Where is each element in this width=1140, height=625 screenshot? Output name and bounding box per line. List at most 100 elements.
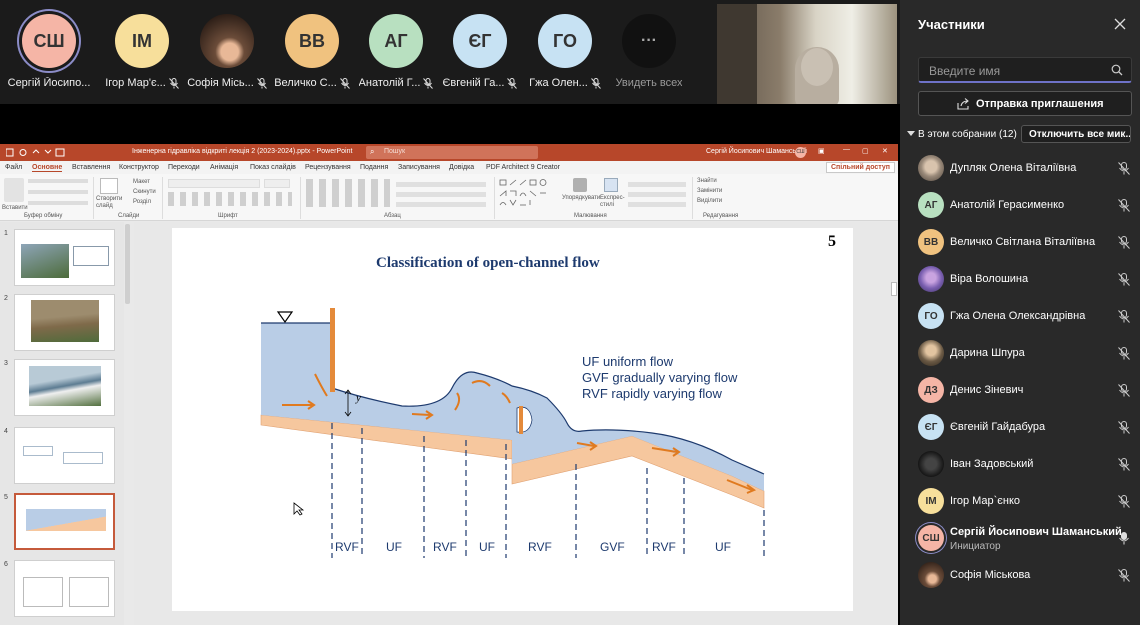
tab-file[interactable]: Файл bbox=[5, 164, 22, 171]
tab-view[interactable]: Подання bbox=[360, 164, 388, 171]
mic-off-icon[interactable] bbox=[1118, 347, 1130, 360]
ribbon-display-icon[interactable]: ▣ bbox=[818, 147, 825, 155]
tab-record[interactable]: Записування bbox=[398, 164, 440, 171]
mute-all-button[interactable]: Отключить все мик... bbox=[1021, 125, 1131, 143]
tile-participant[interactable]: АГ Анатолій Г... bbox=[354, 14, 438, 94]
tab-home[interactable]: Основне bbox=[32, 164, 63, 172]
tab-transitions[interactable]: Переходи bbox=[168, 164, 200, 171]
tab-insert[interactable]: Вставлення bbox=[72, 164, 110, 171]
speaker-video[interactable] bbox=[717, 4, 897, 104]
mic-off-icon[interactable] bbox=[1118, 421, 1130, 434]
ppt-user-avatar[interactable]: СШ bbox=[795, 147, 806, 158]
mic-off-icon[interactable] bbox=[1118, 273, 1130, 286]
shape-format-buttons[interactable] bbox=[628, 179, 686, 207]
font-size-select[interactable] bbox=[264, 179, 290, 188]
tile-participant[interactable]: ЄГ Євгеній Га... bbox=[438, 14, 522, 94]
ppt-search-placeholder: Пошук bbox=[384, 148, 406, 155]
participant-row[interactable]: Дарина Шпура bbox=[900, 336, 1140, 373]
send-invite-button[interactable]: Отправка приглашения bbox=[918, 91, 1132, 116]
participant-row[interactable]: АГ Анатолій Герасименко bbox=[900, 188, 1140, 225]
copy-button[interactable] bbox=[28, 190, 88, 194]
mic-off-icon[interactable] bbox=[1118, 236, 1130, 249]
slide-thumbnail-2[interactable] bbox=[14, 294, 115, 351]
tab-review[interactable]: Рецензування bbox=[305, 164, 351, 171]
avatar: СШ bbox=[918, 525, 944, 551]
participant-row[interactable]: ГО Гжа Олена Олександрівна bbox=[900, 299, 1140, 336]
paste-label: Вставити bbox=[2, 205, 28, 211]
format-painter-button[interactable] bbox=[28, 201, 88, 205]
replace-button[interactable]: Замінити bbox=[697, 188, 722, 194]
participant-row[interactable]: ДЗ Денис Зіневич bbox=[900, 373, 1140, 410]
tile-participant[interactable]: ГО Гжа Олен... bbox=[523, 14, 607, 94]
tab-slideshow[interactable]: Показ слайдів bbox=[250, 164, 296, 171]
canvas-scrollbar[interactable] bbox=[891, 282, 897, 296]
minimize-icon[interactable]: — bbox=[843, 146, 850, 153]
participant-search-input[interactable]: Введите имя bbox=[918, 57, 1132, 83]
layout-button[interactable]: Макет bbox=[133, 179, 150, 185]
mic-off-icon[interactable] bbox=[1118, 569, 1130, 582]
mic-off-icon[interactable] bbox=[1118, 199, 1130, 212]
tab-animations[interactable]: Анімація bbox=[210, 164, 238, 171]
arrange-icon[interactable] bbox=[573, 178, 587, 192]
chevron-down-icon[interactable] bbox=[907, 130, 915, 138]
participant-row[interactable]: Віра Волошина bbox=[900, 262, 1140, 299]
participant-row[interactable]: ІМ Ігор Мар`єнко bbox=[900, 484, 1140, 521]
slide-thumbnail-6[interactable] bbox=[14, 560, 115, 617]
tile-participant[interactable]: Софія Місь... bbox=[185, 14, 269, 94]
shapes-gallery[interactable] bbox=[498, 178, 558, 208]
tab-help[interactable]: Довідка bbox=[449, 164, 474, 171]
tab-design[interactable]: Конструктор bbox=[119, 164, 159, 171]
avatar-photo bbox=[918, 340, 944, 366]
paste-icon[interactable] bbox=[4, 178, 24, 202]
slide-thumbnail-4[interactable] bbox=[14, 427, 115, 484]
participant-strip: СШ Сергій Йосипо... ІМ Ігор Мар'є... Соф… bbox=[0, 0, 900, 104]
tile-name: Євгеній Га... bbox=[442, 77, 505, 89]
slide-thumbnail-1[interactable] bbox=[14, 229, 115, 286]
find-button[interactable]: Знайти bbox=[697, 178, 717, 184]
quick-styles-icon[interactable] bbox=[604, 178, 618, 192]
slide-thumbnail-5-selected[interactable] bbox=[14, 493, 115, 550]
mic-off-icon[interactable] bbox=[1118, 458, 1130, 471]
select-button[interactable]: Виділити bbox=[697, 198, 722, 204]
see-all-button[interactable]: ··· Увидеть всех bbox=[607, 14, 691, 94]
new-slide-icon[interactable] bbox=[100, 178, 118, 194]
cut-button[interactable] bbox=[28, 179, 88, 183]
participant-row[interactable]: Софія Міськова bbox=[900, 558, 1140, 595]
slide-thumbnail-3[interactable] bbox=[14, 359, 115, 416]
tab-pdf-architect[interactable]: PDF Architect 9 Creator bbox=[486, 164, 560, 171]
font-family-select[interactable] bbox=[168, 179, 260, 188]
ppt-user-name: Сергій Йосипович Шаманський bbox=[706, 148, 807, 155]
new-slide-label: Створити слайд bbox=[96, 196, 123, 209]
participant-name: Денис Зіневич bbox=[950, 384, 1024, 396]
paragraph-buttons[interactable] bbox=[306, 179, 390, 207]
quick-access-icons[interactable] bbox=[6, 148, 66, 157]
section-header[interactable]: В этом собрании (12) bbox=[918, 129, 1017, 140]
ribbon-divider bbox=[162, 177, 163, 219]
mic-off-icon[interactable] bbox=[1118, 495, 1130, 508]
section-button[interactable]: Розділ bbox=[133, 199, 151, 205]
maximize-icon[interactable]: ▢ bbox=[862, 147, 869, 155]
text-direction-buttons[interactable] bbox=[396, 179, 486, 207]
share-button[interactable]: Спільний доступ bbox=[826, 162, 896, 173]
participant-row[interactable]: ВВ Величко Світлана Віталіївна bbox=[900, 225, 1140, 262]
tile-participant[interactable]: ВВ Величко С... bbox=[270, 14, 354, 94]
mic-off-icon[interactable] bbox=[1118, 310, 1130, 323]
close-panel-icon[interactable] bbox=[1114, 18, 1126, 30]
mic-off-icon[interactable] bbox=[1118, 162, 1130, 175]
reset-button[interactable]: Скинути bbox=[133, 189, 156, 195]
group-label-clipboard: Буфер обміну bbox=[24, 213, 63, 219]
font-format-buttons[interactable] bbox=[168, 192, 292, 206]
thumbs-scrollbar[interactable] bbox=[125, 224, 130, 304]
participant-row[interactable]: Іван Задовський bbox=[900, 447, 1140, 484]
ppt-search-box[interactable]: ⌕ Пошук bbox=[366, 146, 538, 159]
tile-participant[interactable]: ІМ Ігор Мар'є... bbox=[100, 14, 184, 94]
participant-row[interactable]: ЄГ Євгеній Гайдабура bbox=[900, 410, 1140, 447]
mic-off-icon bbox=[339, 77, 350, 89]
participant-row[interactable]: Дупляк Олена Віталіївна bbox=[900, 151, 1140, 188]
mic-on-icon[interactable] bbox=[1118, 532, 1130, 545]
mic-off-icon[interactable] bbox=[1118, 384, 1130, 397]
close-icon[interactable]: ✕ bbox=[882, 147, 888, 155]
zone-label: UF bbox=[479, 540, 495, 554]
tile-participant[interactable]: СШ Сергій Йосипо... bbox=[7, 14, 91, 94]
participant-row-organizer[interactable]: СШ Сергій Йосипович Шаманський Инициатор bbox=[900, 521, 1140, 561]
